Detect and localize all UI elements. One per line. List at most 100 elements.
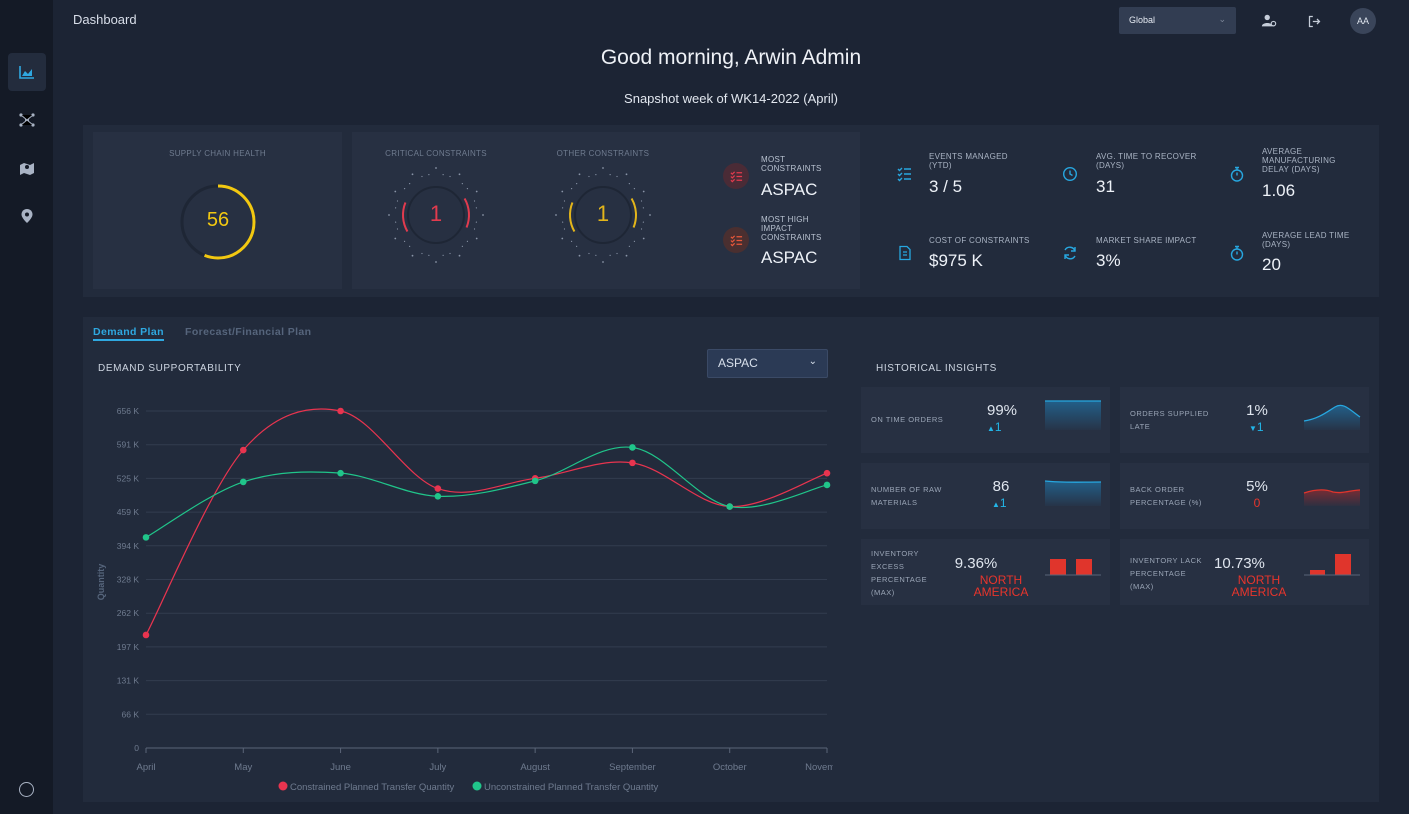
gauge-tick	[449, 175, 451, 178]
avatar[interactable]: AA	[1350, 8, 1376, 34]
data-point	[142, 534, 150, 541]
gauge-tick	[435, 261, 437, 263]
health-value: 56	[206, 209, 230, 231]
data-point	[337, 407, 344, 415]
gauge-tick	[475, 237, 478, 240]
y-tick-label: 459 K	[117, 507, 140, 517]
stopwatch-icon	[1230, 166, 1244, 182]
gauge-tick	[642, 190, 645, 193]
arrow-up-icon: ▲	[987, 424, 995, 433]
legend-marker	[472, 781, 482, 791]
y-tick-label: 394 K	[117, 541, 140, 551]
demand-region-select[interactable]: ASPAC ⌄	[707, 349, 828, 378]
sparkline	[1045, 400, 1101, 430]
gauge-tick	[625, 254, 628, 257]
sparkline	[1044, 480, 1102, 506]
gauge-tick	[411, 173, 414, 176]
bar-sparkline	[1045, 559, 1101, 576]
gauge-tick	[394, 237, 397, 240]
logout-icon[interactable]	[1305, 12, 1323, 30]
gauge-tick	[625, 173, 628, 176]
data-point	[337, 469, 344, 477]
high-impact-value: ASPAC	[761, 248, 818, 267]
data-point	[531, 477, 539, 485]
x-tick-label: July	[429, 762, 446, 773]
gauge-tick	[466, 188, 469, 190]
nav-map[interactable]	[8, 149, 46, 187]
gauge-tick	[458, 173, 461, 176]
data-point	[434, 485, 442, 492]
chevron-down-icon: ⌄	[1218, 14, 1226, 24]
sparkline	[1303, 489, 1361, 506]
gauge-tick	[394, 190, 397, 193]
y-tick-label: 525 K	[117, 473, 140, 483]
user-settings-icon[interactable]	[1260, 12, 1278, 30]
checklist-icon	[723, 163, 749, 189]
gauge-tick	[602, 167, 604, 169]
data-point	[629, 459, 636, 467]
most-constraints-value: ASPAC	[761, 180, 818, 199]
gauge-tick	[458, 254, 461, 257]
gauge-tick	[428, 174, 430, 176]
gauge-tick	[396, 228, 399, 230]
gauge-tick	[602, 261, 604, 263]
series-line	[145, 446, 828, 538]
gauge-tick	[421, 252, 423, 255]
gauge-tick	[403, 188, 406, 190]
legend-label: Constrained Planned Transfer Quantity	[290, 782, 454, 793]
insight-orders-supplied-late: ORDERS SUPPLIED LATE 1% ▼1	[1120, 387, 1369, 453]
health-label: SUPPLY CHAIN HEALTH	[169, 149, 266, 158]
y-axis-label: Quantity	[96, 564, 106, 601]
most-constraints-label: MOST CONSTRAINTS	[761, 155, 822, 173]
gauge-tick	[628, 245, 630, 248]
y-tick-label: 197 K	[117, 642, 140, 652]
gauge-tick	[595, 254, 597, 256]
status-circle-icon[interactable]	[19, 782, 34, 797]
gauge-tick	[473, 228, 476, 230]
gauge-tick	[403, 240, 406, 242]
gauge-tick	[628, 182, 630, 185]
y-tick-label: 0	[134, 743, 139, 753]
demand-chart: 0 66 K 131 K 197 K 262 K 328 K 394 K 459 K 525 K…	[96, 406, 833, 793]
y-tick-label: 328 K	[117, 575, 140, 585]
gauge-tick	[576, 182, 578, 185]
gauge-tick	[616, 175, 618, 178]
gauge-tick	[409, 245, 411, 248]
data-point	[239, 478, 247, 486]
tab-forecast-financial-plan[interactable]: Forecast/Financial Plan	[185, 326, 312, 338]
gauge-tick	[435, 167, 437, 169]
checklist-icon	[897, 167, 911, 182]
region-select-value: Global	[1129, 15, 1156, 25]
gauge-tick	[449, 252, 451, 255]
gauge-tick	[561, 190, 564, 193]
tab-demand-plan[interactable]: Demand Plan	[93, 326, 164, 341]
gauge-tick	[633, 188, 636, 190]
x-tick-label: August	[520, 762, 550, 773]
gauge-tick	[442, 174, 444, 176]
gauge-tick	[576, 245, 578, 248]
legend-marker	[278, 781, 288, 791]
gauge-tick	[616, 252, 618, 255]
gauge-tick	[411, 254, 414, 257]
chevron-down-icon: ⌄	[808, 356, 817, 367]
region-select[interactable]: Global ⌄	[1119, 7, 1236, 34]
y-tick-label: 656 K	[117, 406, 140, 416]
gauge-tick	[442, 254, 444, 256]
nav-location[interactable]	[8, 197, 46, 235]
insight-inventory-lack: INVENTORY LACK PERCENTAGE (MAX) 10.73% N…	[1120, 539, 1369, 605]
legend-label: Unconstrained Planned Transfer Quantity	[484, 782, 659, 793]
nav-network[interactable]	[8, 101, 46, 139]
historical-insights-title: HISTORICAL INSIGHTS	[876, 363, 997, 374]
health-card: SUPPLY CHAIN HEALTH 56	[93, 132, 342, 289]
arrow-down-icon: ▼	[1249, 424, 1257, 433]
gauge-tick	[461, 245, 463, 248]
gauge-tick	[578, 173, 581, 176]
gauge-tick	[588, 252, 590, 255]
arrow-up-icon: ▲	[992, 500, 1000, 509]
x-tick-label: April	[136, 762, 155, 773]
bar-sparkline	[1304, 554, 1360, 576]
snapshot-label: Snapshot week of WK14-2022 (April)	[624, 91, 838, 106]
gauge-tick	[461, 182, 463, 185]
critical-constraints-label: CRITICAL CONSTRAINTS	[385, 149, 487, 158]
location-icon	[21, 209, 33, 223]
